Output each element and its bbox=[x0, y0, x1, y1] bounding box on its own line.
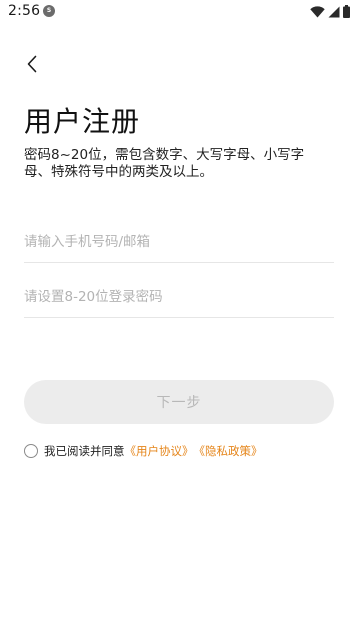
wifi-icon bbox=[310, 3, 325, 22]
chevron-left-icon bbox=[26, 55, 38, 77]
notification-app-icon: S bbox=[43, 5, 55, 17]
status-indicators bbox=[310, 3, 350, 22]
user-agreement-link[interactable]: 《用户协议》 bbox=[125, 443, 194, 459]
password-input[interactable] bbox=[24, 277, 334, 317]
password-field bbox=[24, 277, 334, 318]
phone-email-input[interactable] bbox=[24, 222, 334, 262]
agreement-text: 我已阅读并同意 bbox=[44, 444, 125, 458]
phone-email-field bbox=[24, 222, 334, 263]
back-button[interactable] bbox=[18, 52, 46, 80]
privacy-policy-link[interactable]: 《隐私政策》 bbox=[194, 443, 263, 459]
cell-signal-icon bbox=[328, 3, 340, 22]
password-requirements-hint: 密码8~20位，需包含数字、大写字母、小写字母、特殊符号中的两类及以上。 bbox=[24, 147, 305, 180]
status-time: 2:56 bbox=[8, 3, 41, 19]
battery-icon bbox=[343, 3, 350, 22]
status-bar: 2:56 S bbox=[0, 0, 358, 26]
next-step-button[interactable]: 下一步 bbox=[24, 380, 334, 424]
agreement-row: 我已阅读并同意 《用户协议》 《隐私政策》 bbox=[24, 443, 263, 459]
page-title: 用户注册 bbox=[24, 105, 141, 138]
agree-checkbox[interactable] bbox=[24, 444, 38, 458]
